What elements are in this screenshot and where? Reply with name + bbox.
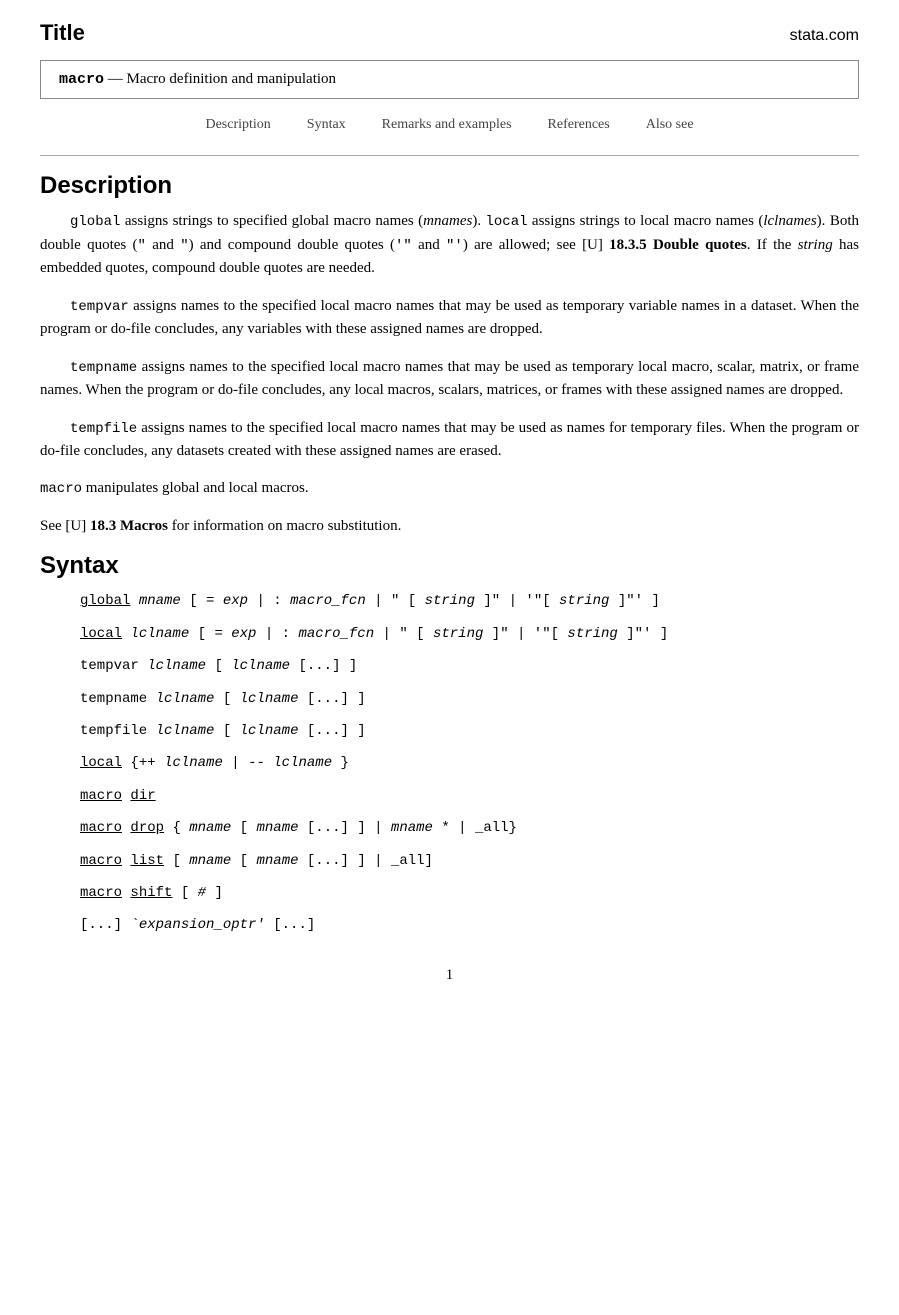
- stata-logo: stata.com: [790, 27, 859, 45]
- description-heading: Description: [40, 172, 859, 200]
- syntax-line-expansion: [...] `expansion_optr' [...]: [40, 914, 859, 936]
- local-keyword-1: local: [80, 626, 122, 642]
- macro-keyword-drop: macro: [80, 820, 122, 836]
- syntax-line-tempname: tempname lclname [ lclname [...] ]: [40, 688, 859, 710]
- syntax-line-macro-dir: macro dir: [40, 785, 859, 807]
- tab-also-see[interactable]: Also see: [646, 117, 694, 133]
- syntax-line-macro-list: macro list [ mname [ mname [...] ] | _al…: [40, 850, 859, 872]
- desc-para-1: global assigns strings to specified glob…: [40, 210, 859, 281]
- syntax-line-global: global mname [ = exp | : macro_fcn | " […: [40, 590, 859, 612]
- desc-para-4: tempfile assigns names to the specified …: [40, 417, 859, 464]
- macro-keyword-list: macro: [80, 853, 122, 869]
- desc-para-5: macro manipulates global and local macro…: [40, 477, 859, 501]
- list-keyword: list: [130, 853, 164, 869]
- syntax-section: Syntax global mname [ = exp | : macro_fc…: [40, 552, 859, 936]
- syntax-line-tempvar: tempvar lclname [ lclname [...] ]: [40, 655, 859, 677]
- macro-keyword-dir: macro: [80, 788, 122, 804]
- syntax-line-local-incr: local {++ lclname | -- lclname }: [40, 752, 859, 774]
- syntax-line-local: local lclname [ = exp | : macro_fcn | " …: [40, 623, 859, 645]
- tab-syntax[interactable]: Syntax: [307, 117, 346, 133]
- description-section: Description global assigns strings to sp…: [40, 172, 859, 538]
- page-title: Title: [40, 20, 85, 46]
- syntax-line-tempfile: tempfile lclname [ lclname [...] ]: [40, 720, 859, 742]
- syntax-heading: Syntax: [40, 552, 859, 580]
- tab-remarks[interactable]: Remarks and examples: [382, 117, 512, 133]
- macro-keyword: macro: [59, 71, 104, 88]
- tab-description[interactable]: Description: [205, 117, 270, 133]
- divider: [40, 155, 859, 156]
- page-number: 1: [446, 967, 454, 983]
- desc-para-3: tempname assigns names to the specified …: [40, 356, 859, 403]
- macro-box: macro — Macro definition and manipulatio…: [40, 60, 859, 99]
- page-footer: 1: [40, 967, 859, 984]
- dir-keyword: dir: [130, 788, 155, 804]
- page-header: Title stata.com: [40, 20, 859, 46]
- syntax-line-macro-shift: macro shift [ # ]: [40, 882, 859, 904]
- macro-description: Macro definition and manipulation: [127, 71, 337, 87]
- desc-para-2: tempvar assigns names to the specified l…: [40, 295, 859, 342]
- global-keyword: global: [80, 593, 130, 609]
- drop-keyword: drop: [130, 820, 164, 836]
- local-keyword-2: local: [80, 755, 122, 771]
- shift-keyword: shift: [130, 885, 172, 901]
- tab-references[interactable]: References: [548, 117, 610, 133]
- macro-keyword-shift: macro: [80, 885, 122, 901]
- nav-tabs: Description Syntax Remarks and examples …: [40, 117, 859, 133]
- syntax-line-macro-drop: macro drop { mname [ mname [...] ] | mna…: [40, 817, 859, 839]
- macro-dash: —: [108, 71, 123, 87]
- desc-para-6: See [U] 18.3 Macros for information on m…: [40, 515, 859, 538]
